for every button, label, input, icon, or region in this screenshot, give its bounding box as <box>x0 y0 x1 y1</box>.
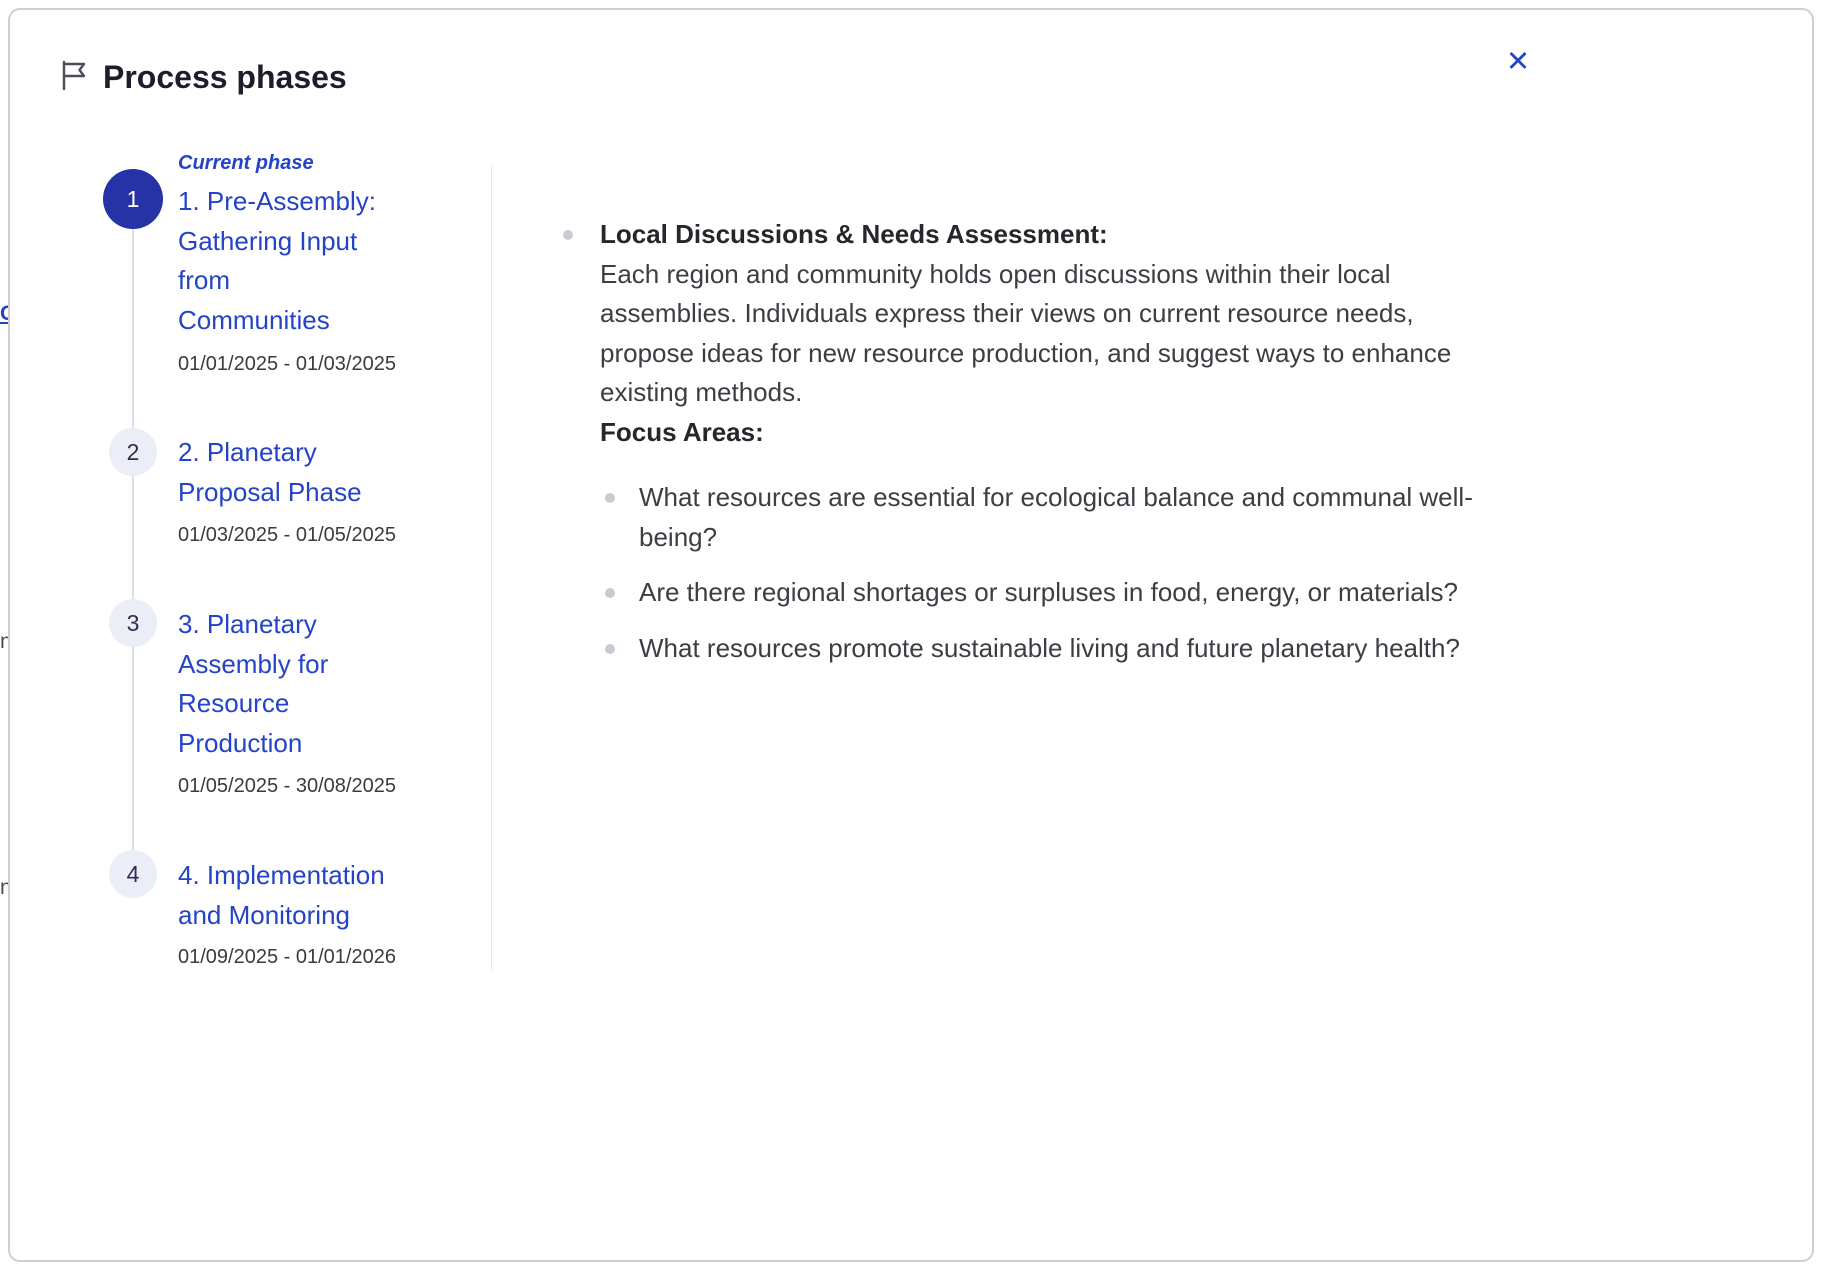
flag-icon <box>57 58 91 92</box>
phase-2-title-link[interactable]: 2. Planetary Proposal Phase <box>178 433 362 512</box>
phase-2-dates: 01/03/2025 - 01/05/2025 <box>178 524 396 547</box>
phase-4-title-link[interactable]: 4. Implementation and Monitoring <box>178 856 385 935</box>
phase-1-number: 1 <box>127 186 140 213</box>
bullet-dot-icon <box>605 588 615 598</box>
phase-4-dates: 01/09/2025 - 01/01/2026 <box>178 946 396 969</box>
phase-1-title-link[interactable]: 1. Pre-Assembly: Gathering Input from Co… <box>178 182 376 340</box>
focus-areas-list: What resources are essential for ecologi… <box>639 478 1550 668</box>
detail-paragraph: Each region and community holds open dis… <box>600 255 1502 413</box>
detail-heading: Local Discussions & Needs Assessment: <box>600 215 1550 255</box>
content-divider <box>491 165 492 970</box>
current-phase-label: Current phase <box>178 152 314 175</box>
focus-item-2: Are there regional shortages or surpluse… <box>639 573 1509 613</box>
phase-3-number: 3 <box>127 610 140 637</box>
phase-4-number-badge[interactable]: 4 <box>109 850 157 898</box>
stepper-connector-line <box>132 199 134 874</box>
phase-3-title-link[interactable]: 3. Planetary Assembly for Resource Produ… <box>178 605 328 763</box>
phase-2-number-badge[interactable]: 2 <box>109 428 157 476</box>
phase-4-number: 4 <box>127 861 140 888</box>
close-icon: ✕ <box>1506 44 1530 78</box>
focus-item-1-text: What resources are essential for ecologi… <box>639 482 1473 552</box>
phase-2-number: 2 <box>127 439 140 466</box>
phase-1-number-badge[interactable]: 1 <box>103 169 163 229</box>
bullet-dot-icon <box>605 644 615 654</box>
focus-item-1: What resources are essential for ecologi… <box>639 478 1509 557</box>
focus-item-2-text: Are there regional shortages or surpluse… <box>639 577 1458 607</box>
close-button[interactable]: ✕ <box>1496 39 1540 83</box>
process-phases-modal: Process phases ✕ 1 2 3 4 Current phase 1… <box>8 8 1814 1262</box>
phase-1-dates: 01/01/2025 - 01/03/2025 <box>178 353 396 376</box>
modal-title: Process phases <box>103 55 347 99</box>
detail-bullet-item: Local Discussions & Needs Assessment: Ea… <box>560 215 1550 668</box>
focus-item-3: What resources promote sustainable livin… <box>639 629 1509 669</box>
bullet-dot-icon <box>605 493 615 503</box>
focus-areas-label: Focus Areas: <box>600 413 1550 453</box>
phase-3-dates: 01/05/2025 - 30/08/2025 <box>178 775 396 798</box>
phase-3-number-badge[interactable]: 3 <box>109 599 157 647</box>
phase-detail-panel: Local Discussions & Needs Assessment: Ea… <box>560 215 1550 684</box>
focus-item-3-text: What resources promote sustainable livin… <box>639 633 1460 663</box>
bullet-dot-icon <box>563 230 573 240</box>
